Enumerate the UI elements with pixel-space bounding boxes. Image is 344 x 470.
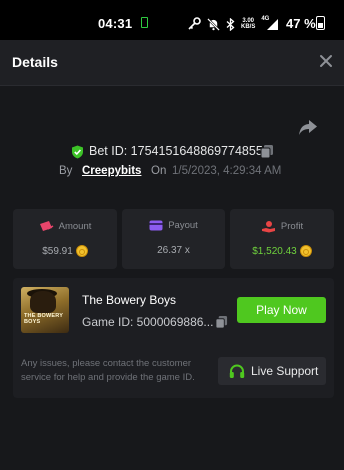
payout-value: 26.37 x [157,245,190,256]
amount-value: $59.91 [42,245,73,257]
signal-icon [267,18,279,30]
coin-icon [75,245,88,257]
verified-shield-icon [72,145,83,159]
thumbnail-figure [30,291,56,313]
game-id: Game ID: 5000069886... [82,315,214,329]
coin-icon [299,245,312,257]
card-icon [149,220,163,231]
copy-icon[interactable] [215,315,228,329]
status-bar: 04:31 3.00 KB/S 4G 47 % [0,0,344,40]
bet-date: 1/5/2023, 4:29:34 AM [172,165,282,177]
wallet-arrow-icon [39,221,54,231]
hand-coin-icon [261,221,275,233]
thumbnail-title: THE BOWERY BOYS [24,313,63,325]
play-now-button[interactable]: Play Now [237,297,326,323]
profit-value: $1,520.43 [252,245,297,257]
payout-card: Payout 26.37 x [122,209,225,269]
live-support-label: Live Support [251,364,319,378]
network-speed-unit: KB/S [241,24,256,30]
headset-icon [229,363,245,378]
on-label: On [151,165,167,177]
bet-id: Bet ID: 1754151648869774855 [89,144,263,158]
copy-icon[interactable] [260,144,274,159]
amount-card: Amount $59.91 [13,209,117,269]
key-icon [188,17,201,30]
game-panel: THE BOWERY BOYS The Bowery Boys Game ID:… [13,278,334,398]
profit-label: Profit [280,221,304,232]
username-link[interactable]: Creepybits [82,165,141,177]
payout-label: Payout [168,220,198,231]
by-label: By [59,165,73,177]
game-name: The Bowery Boys [82,293,177,307]
app-notification-icon [141,17,148,28]
live-support-button[interactable]: Live Support [218,357,326,385]
bell-off-icon [207,17,220,31]
details-header: Details [0,40,344,86]
close-icon[interactable] [317,52,335,70]
game-thumbnail[interactable]: THE BOWERY BOYS [21,287,69,333]
amount-label: Amount [58,220,92,232]
bet-meta-row: By Creepybits On 1/5/2023, 4:29:34 AM [0,165,344,181]
support-message: Any issues, please contact the customer … [21,358,195,383]
battery-icon [316,16,325,30]
status-time: 04:31 [98,16,133,31]
status-icons: 3.00 KB/S 4G [187,16,279,32]
page-title: Details [12,54,58,70]
profit-card: Profit $1,520.43 [230,209,334,269]
battery-percent: 47 % [286,16,316,31]
bluetooth-icon [226,17,235,31]
network-speed: 3.00 KB/S [241,18,255,30]
bet-id-row: Bet ID: 1754151648869774855 [0,143,344,161]
signal-group: 4G [261,16,279,31]
share-icon[interactable] [298,118,318,136]
